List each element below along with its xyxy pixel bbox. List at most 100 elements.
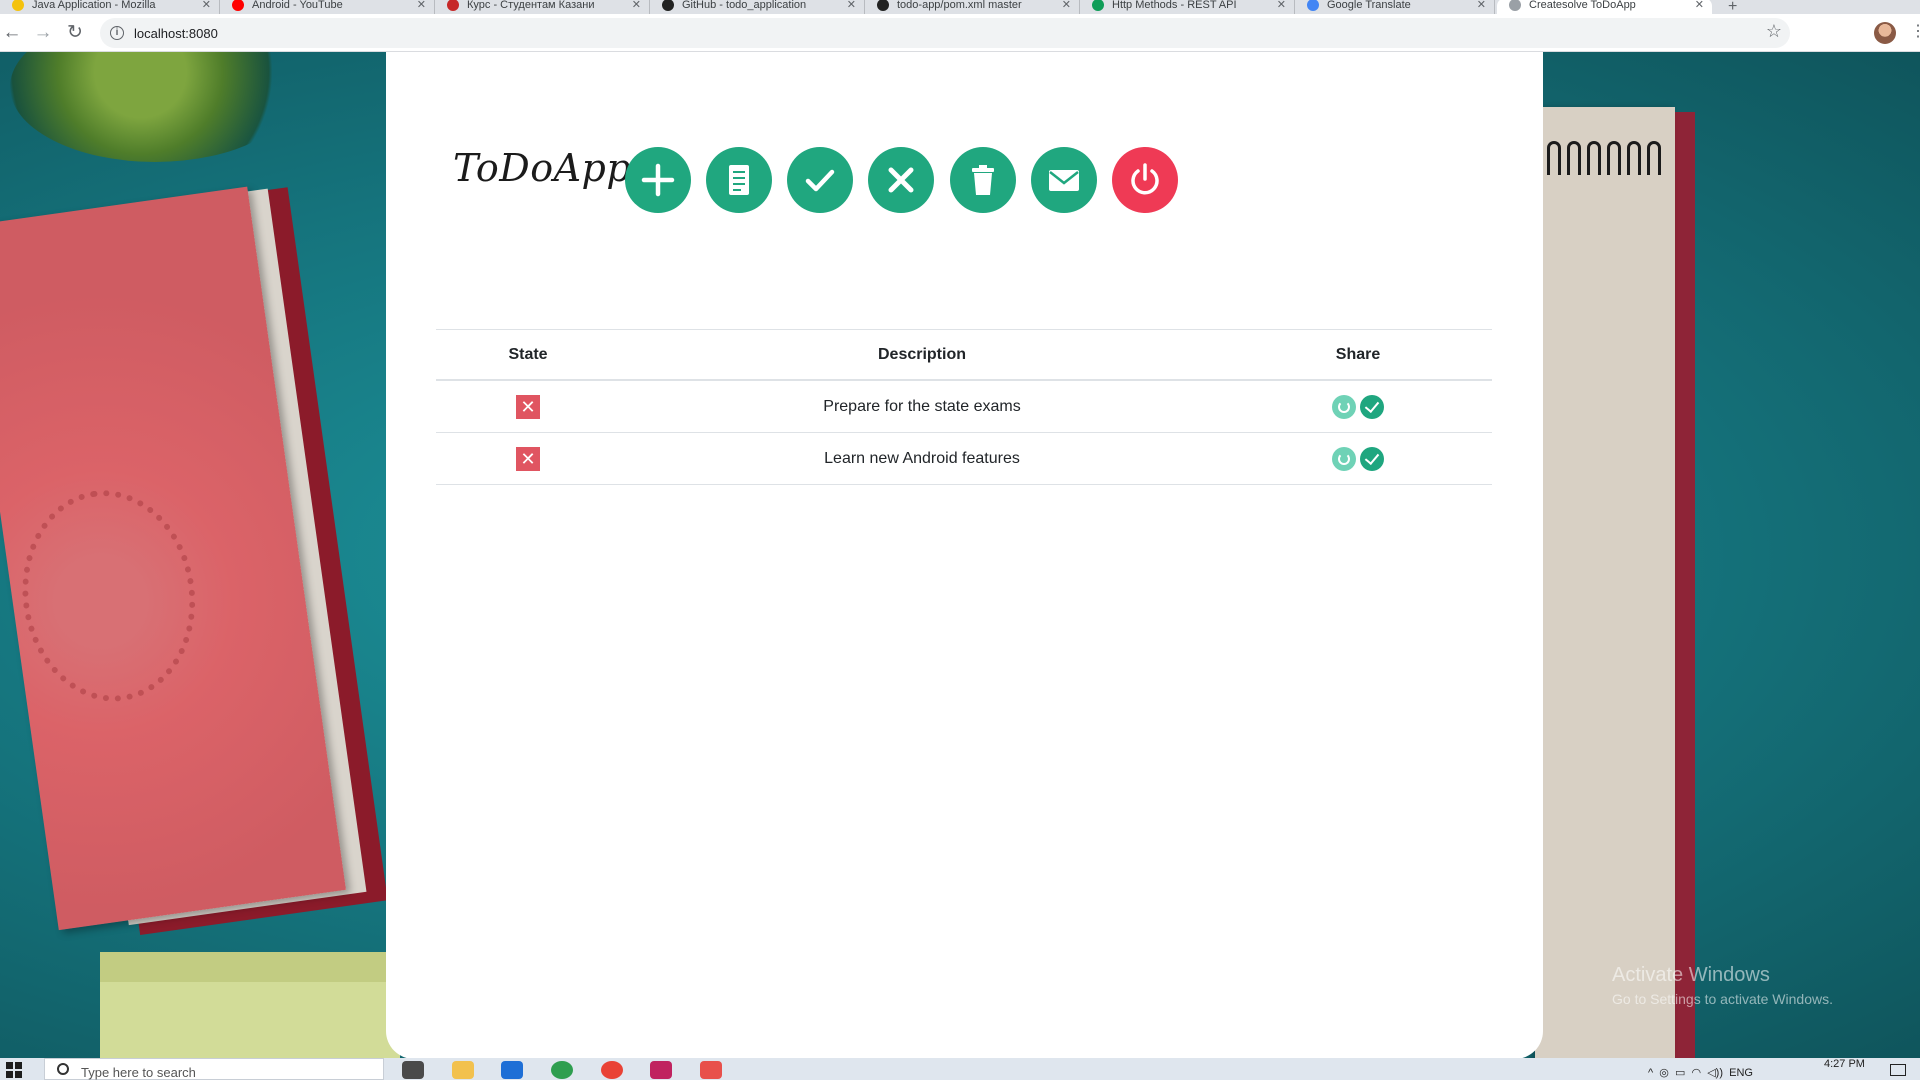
tab-label: Http Methods - REST API xyxy=(1112,0,1237,11)
browser-tab[interactable]: Курс - Студентам Казани ✕ xyxy=(435,0,650,14)
check-icon[interactable] xyxy=(1360,394,1384,419)
close-icon xyxy=(888,167,914,193)
tab-close-icon[interactable]: ✕ xyxy=(1477,0,1486,12)
browser-tab[interactable]: Http Methods - REST API ✕ xyxy=(1080,0,1295,14)
list-tasks-button[interactable] xyxy=(706,147,772,213)
browser-tab[interactable]: GitHub - todo_application ✕ xyxy=(650,0,865,14)
mail-icon xyxy=(1049,170,1079,191)
address-bar[interactable]: i localhost:8080 ☆ xyxy=(100,18,1790,48)
system-tray[interactable]: ^ ◎ ▭ ◠ ◁)) ENG xyxy=(1648,1066,1753,1079)
tab-label: Createsolve ToDoApp xyxy=(1529,0,1636,11)
mail-app-icon[interactable] xyxy=(501,1061,523,1079)
description-cell: Prepare for the state exams xyxy=(823,397,1021,415)
table-row[interactable]: ✕ Prepare for the state exams xyxy=(436,381,1492,433)
sticky-note-decoration xyxy=(100,952,400,1058)
logout-button[interactable] xyxy=(1112,147,1178,213)
todo-app-card: ToDoApp State Description Share ✕ Prepar… xyxy=(386,52,1543,1058)
tab-label: Android - YouTube xyxy=(252,0,343,11)
notification-icon[interactable] xyxy=(1890,1064,1906,1076)
tab-close-icon[interactable]: ✕ xyxy=(1695,0,1704,12)
windows-taskbar: Type here to search ^ ◎ ▭ ◠ ◁)) ENG 4:27… xyxy=(0,1058,1920,1080)
browser-tab[interactable]: Google Translate ✕ xyxy=(1295,0,1495,14)
maps-app-icon[interactable] xyxy=(551,1061,573,1079)
tab-close-icon[interactable]: ✕ xyxy=(202,0,211,12)
notepad-spiral xyxy=(1607,141,1621,175)
tab-close-icon[interactable]: ✕ xyxy=(847,0,856,12)
new-tab-icon[interactable]: + xyxy=(1728,0,1737,14)
tab-close-icon[interactable]: ✕ xyxy=(632,0,641,12)
trash-icon xyxy=(972,165,994,195)
browser-tab[interactable]: Java Application - Mozilla ✕ xyxy=(0,0,220,14)
tray-language[interactable]: ENG xyxy=(1729,1067,1753,1079)
notepad-spiral xyxy=(1647,141,1661,175)
header-description: Description xyxy=(877,345,966,363)
state-cell: ✕ xyxy=(436,381,620,432)
back-arrow-icon[interactable]: ← xyxy=(0,21,24,45)
profile-avatar[interactable] xyxy=(1874,22,1896,44)
delete-task-button[interactable] xyxy=(950,147,1016,213)
check-icon[interactable] xyxy=(1360,446,1384,471)
tab-label: todo-app/pom.xml master xyxy=(897,0,1022,11)
email-button[interactable] xyxy=(1031,147,1097,213)
browser-tab[interactable]: Android - YouTube ✕ xyxy=(220,0,435,14)
tab-favicon xyxy=(12,0,24,11)
tab-favicon xyxy=(1307,0,1319,11)
complete-task-button[interactable] xyxy=(787,147,853,213)
taskbar-clock[interactable]: 4:27 PM xyxy=(1824,1058,1865,1070)
tab-label: Java Application - Mozilla xyxy=(32,0,156,11)
search-icon xyxy=(57,1063,69,1075)
notepad-spiral xyxy=(1567,141,1581,175)
watermark-title: Activate Windows xyxy=(1612,964,1770,986)
file-explorer-icon[interactable] xyxy=(452,1061,474,1079)
tab-close-icon[interactable]: ✕ xyxy=(1277,0,1286,12)
plus-icon xyxy=(641,163,675,197)
tab-favicon xyxy=(232,0,244,11)
power-icon xyxy=(1131,163,1159,195)
refresh-icon[interactable] xyxy=(1332,446,1356,471)
bookmark-star-icon[interactable]: ☆ xyxy=(1766,21,1782,42)
tab-label: Google Translate xyxy=(1327,0,1411,11)
notepad-spiral xyxy=(1547,141,1561,175)
taskbar-search-placeholder: Type here to search xyxy=(81,1065,196,1080)
check-icon xyxy=(805,169,835,192)
browser-tab-active[interactable]: Createsolve ToDoApp ✕ xyxy=(1497,0,1712,14)
site-info-icon[interactable]: i xyxy=(110,26,124,40)
windows-start-icon[interactable] xyxy=(6,1062,22,1078)
notepad-decoration xyxy=(1535,107,1675,1058)
tab-favicon xyxy=(662,0,674,11)
cross-icon[interactable]: ✕ xyxy=(516,446,540,471)
app-icon[interactable] xyxy=(700,1061,722,1079)
notepad-spiral xyxy=(1587,141,1601,175)
browser-tab-strip: Java Application - Mozilla ✕ Android - Y… xyxy=(0,0,1920,14)
activate-windows-watermark: Activate Windows Go to Settings to activ… xyxy=(1612,964,1833,1007)
description-cell: Learn new Android features xyxy=(824,449,1020,467)
page-background: ToDoApp State Description Share ✕ Prepar… xyxy=(0,52,1920,1058)
app-logo: ToDoApp xyxy=(453,146,632,190)
cross-icon[interactable]: ✕ xyxy=(516,394,540,419)
tab-favicon xyxy=(877,0,889,11)
chrome-icon[interactable] xyxy=(601,1061,623,1079)
state-cell: ✕ xyxy=(436,433,620,484)
refresh-icon[interactable] xyxy=(1332,394,1356,419)
tab-close-icon[interactable]: ✕ xyxy=(1062,0,1071,12)
tab-close-icon[interactable]: ✕ xyxy=(417,0,426,12)
browser-menu-icon[interactable]: ⋮ xyxy=(1910,21,1920,41)
tasks-table: State Description Share ✕ Prepare for th… xyxy=(436,329,1492,485)
task-view-icon[interactable] xyxy=(402,1061,424,1079)
share-cell xyxy=(1224,433,1492,484)
tab-favicon xyxy=(447,0,459,11)
share-cell xyxy=(1224,381,1492,432)
reload-icon[interactable]: ↻ xyxy=(63,21,87,45)
intellij-icon[interactable] xyxy=(650,1061,672,1079)
notepad-spiral xyxy=(1627,141,1641,175)
address-url[interactable]: localhost:8080 xyxy=(134,26,218,41)
tab-label: Курс - Студентам Казани xyxy=(467,0,595,11)
browser-tab[interactable]: todo-app/pom.xml master ✕ xyxy=(865,0,1080,14)
cancel-task-button[interactable] xyxy=(868,147,934,213)
tab-label: GitHub - todo_application xyxy=(682,0,807,11)
taskbar-search[interactable]: Type here to search xyxy=(44,1058,384,1080)
add-task-button[interactable] xyxy=(625,147,691,213)
forward-arrow-icon[interactable]: → xyxy=(31,21,55,45)
tab-favicon xyxy=(1092,0,1104,11)
table-row[interactable]: ✕ Learn new Android features xyxy=(436,433,1492,485)
